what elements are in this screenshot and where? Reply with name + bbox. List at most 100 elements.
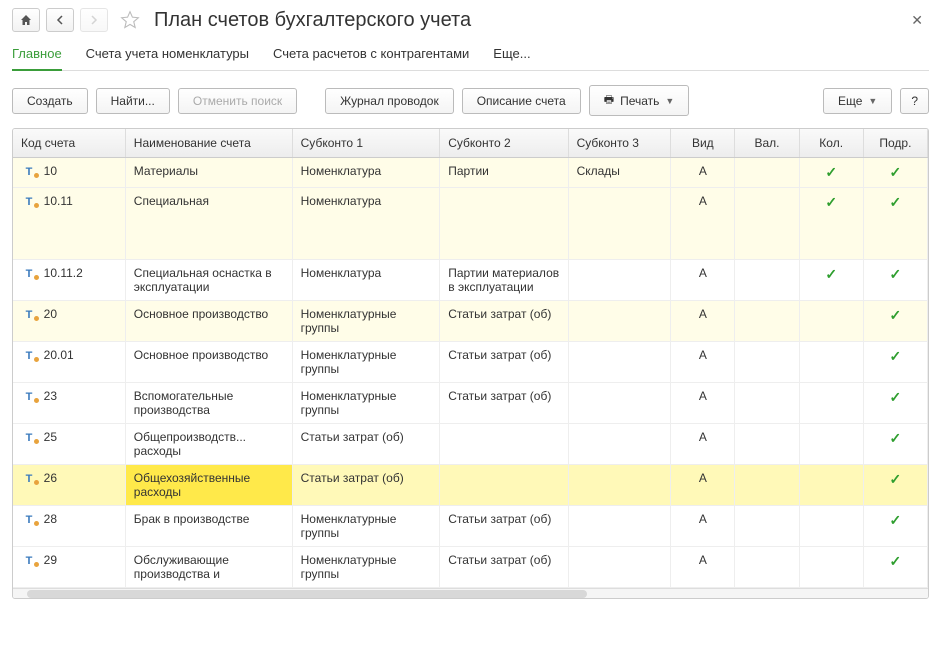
table-row[interactable]: T 23Вспомогательные производстваНоменкла… xyxy=(13,383,928,424)
cell-podr: ✓ xyxy=(863,465,927,506)
check-icon: ✓ xyxy=(872,266,919,283)
tab-more[interactable]: Еще... xyxy=(493,42,530,70)
table-row[interactable]: T 10.11СпециальнаяНоменклатураА✓✓ xyxy=(13,188,928,260)
cell-name: Материалы xyxy=(125,158,292,188)
cancel-search-button[interactable]: Отменить поиск xyxy=(178,88,297,114)
cell-subkonto2: Статьи затрат (об) xyxy=(440,506,568,547)
accounts-table: Код счета Наименование счета Субконто 1 … xyxy=(13,129,928,588)
toolbar: Создать Найти... Отменить поиск Журнал п… xyxy=(12,85,929,116)
cell-name: Специальная оснастка в эксплуатации xyxy=(125,260,292,301)
more-button[interactable]: Еще ▼ xyxy=(823,88,892,114)
t-account-icon: T xyxy=(21,268,37,280)
tab-counterparty-accounts[interactable]: Счета расчетов с контрагентами xyxy=(273,42,469,70)
t-account-icon: T xyxy=(21,196,37,208)
scrollbar-thumb[interactable] xyxy=(27,590,587,598)
t-account-icon: T xyxy=(21,432,37,444)
col-header-subkonto1[interactable]: Субконто 1 xyxy=(292,129,440,158)
journal-button[interactable]: Журнал проводок xyxy=(325,88,454,114)
cell-subkonto2 xyxy=(440,188,568,260)
back-button[interactable] xyxy=(46,8,74,32)
cell-name: Общепроизводств... расходы xyxy=(125,424,292,465)
col-header-code[interactable]: Код счета xyxy=(13,129,125,158)
cell-kol: ✓ xyxy=(799,260,863,301)
t-account-icon: T xyxy=(21,166,37,178)
print-button[interactable]: 🖶 Печать ▼ xyxy=(589,85,690,116)
cell-kol xyxy=(799,301,863,342)
cell-podr: ✓ xyxy=(863,547,927,588)
tab-nomenclature-accounts[interactable]: Счета учета номенклатуры xyxy=(86,42,249,70)
cell-subkonto3 xyxy=(568,188,671,260)
home-button[interactable] xyxy=(12,8,40,32)
table-row[interactable]: T 29Обслуживающие производства иНоменкла… xyxy=(13,547,928,588)
cell-vid: А xyxy=(671,260,735,301)
cell-subkonto2 xyxy=(440,465,568,506)
check-icon: ✓ xyxy=(808,266,855,283)
cell-vid: А xyxy=(671,424,735,465)
topbar: План счетов бухгалтерского учета ✕ xyxy=(12,8,929,32)
cell-val xyxy=(735,465,799,506)
cell-kol xyxy=(799,342,863,383)
col-header-kol[interactable]: Кол. xyxy=(799,129,863,158)
cell-name: Брак в производстве xyxy=(125,506,292,547)
table-row[interactable]: T 10.11.2Специальная оснастка в эксплуат… xyxy=(13,260,928,301)
help-button[interactable]: ? xyxy=(900,88,929,114)
create-button[interactable]: Создать xyxy=(12,88,88,114)
cell-podr: ✓ xyxy=(863,342,927,383)
cell-podr: ✓ xyxy=(863,260,927,301)
t-account-icon: T xyxy=(21,350,37,362)
cell-kol xyxy=(799,465,863,506)
check-icon: ✓ xyxy=(872,307,919,324)
col-header-name[interactable]: Наименование счета xyxy=(125,129,292,158)
find-button[interactable]: Найти... xyxy=(96,88,170,114)
check-icon: ✓ xyxy=(808,194,855,211)
cell-subkonto3 xyxy=(568,424,671,465)
cell-subkonto2: Партии xyxy=(440,158,568,188)
cell-vid: А xyxy=(671,506,735,547)
col-header-podr[interactable]: Подр. xyxy=(863,129,927,158)
cell-vid: А xyxy=(671,383,735,424)
print-label: Печать xyxy=(620,94,659,108)
cell-name: Общехозяйственные расходы xyxy=(125,465,292,506)
cell-subkonto3 xyxy=(568,547,671,588)
table-row[interactable]: T 10МатериалыНоменклатураПартииСкладыА✓✓ xyxy=(13,158,928,188)
cell-subkonto1: Номенклатурные группы xyxy=(292,547,440,588)
col-header-subkonto3[interactable]: Субконто 3 xyxy=(568,129,671,158)
horizontal-scrollbar[interactable] xyxy=(13,588,928,598)
close-button[interactable]: ✕ xyxy=(905,10,929,31)
print-icon: 🖶 xyxy=(604,91,614,110)
check-icon: ✓ xyxy=(872,553,919,570)
table-row[interactable]: T 26Общехозяйственные расходыСтатьи затр… xyxy=(13,465,928,506)
table-row[interactable]: T 25Общепроизводств... расходыСтатьи зат… xyxy=(13,424,928,465)
cell-subkonto2: Партии материалов в эксплуатации xyxy=(440,260,568,301)
table-row[interactable]: T 20Основное производствоНоменклатурные … xyxy=(13,301,928,342)
cell-subkonto1: Номенклатурные группы xyxy=(292,383,440,424)
cell-code: T 20.01 xyxy=(13,342,125,383)
describe-account-button[interactable]: Описание счета xyxy=(462,88,581,114)
col-header-val[interactable]: Вал. xyxy=(735,129,799,158)
cell-code: T 28 xyxy=(13,506,125,547)
cell-subkonto1: Статьи затрат (об) xyxy=(292,424,440,465)
check-icon: ✓ xyxy=(872,471,919,488)
col-header-vid[interactable]: Вид xyxy=(671,129,735,158)
cell-code: T 26 xyxy=(13,465,125,506)
check-icon: ✓ xyxy=(872,512,919,529)
check-icon: ✓ xyxy=(872,194,919,211)
table-row[interactable]: T 20.01Основное производствоНоменклатурн… xyxy=(13,342,928,383)
tab-main[interactable]: Главное xyxy=(12,42,62,71)
cell-vid: А xyxy=(671,547,735,588)
cell-name: Основное производство xyxy=(125,342,292,383)
favorite-star-icon[interactable] xyxy=(120,10,140,30)
cell-kol xyxy=(799,383,863,424)
cell-subkonto2: Статьи затрат (об) xyxy=(440,547,568,588)
tabs: Главное Счета учета номенклатуры Счета р… xyxy=(12,42,929,71)
table-row[interactable]: T 28Брак в производствеНоменклатурные гр… xyxy=(13,506,928,547)
cell-val xyxy=(735,547,799,588)
check-icon: ✓ xyxy=(872,348,919,365)
forward-button[interactable] xyxy=(80,8,108,32)
cell-vid: А xyxy=(671,342,735,383)
check-icon: ✓ xyxy=(872,389,919,406)
cell-code: T 10 xyxy=(13,158,125,188)
col-header-subkonto2[interactable]: Субконто 2 xyxy=(440,129,568,158)
cell-name: Обслуживающие производства и xyxy=(125,547,292,588)
table-header-row: Код счета Наименование счета Субконто 1 … xyxy=(13,129,928,158)
